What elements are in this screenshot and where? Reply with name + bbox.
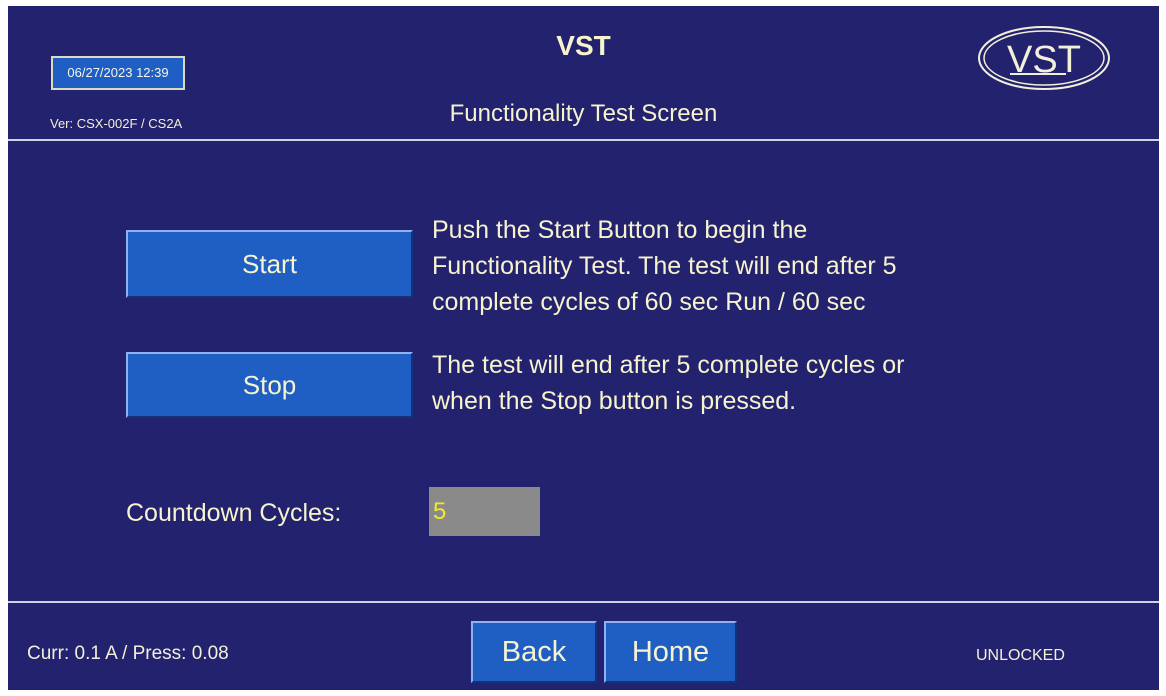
start-button[interactable]: Start [126, 230, 413, 298]
hmi-screen: 06/27/2023 12:39 Ver: CSX-002F / CS2A VS… [8, 6, 1159, 690]
vst-logo-icon: VST [978, 26, 1110, 90]
instruction-line: Functionality Test. The test will end af… [432, 252, 897, 280]
start-instructions: Push the Start Button to begin the Funct… [432, 212, 1072, 320]
screen-title: Functionality Test Screen [449, 100, 718, 127]
countdown-label: Countdown Cycles: [126, 499, 342, 527]
status-readout: Curr: 0.1 A / Press: 0.08 [27, 643, 229, 664]
instruction-line: The test will end after 5 complete cycle… [432, 351, 905, 379]
footer-divider [8, 601, 1159, 603]
lock-status: UNLOCKED [976, 647, 1065, 664]
back-button[interactable]: Back [471, 621, 597, 683]
countdown-value-field: 5 [429, 487, 540, 536]
stop-instructions: The test will end after 5 complete cycle… [432, 347, 1072, 419]
home-button[interactable]: Home [604, 621, 737, 683]
instruction-line: when the Stop button is pressed. [432, 387, 797, 415]
datetime-text: 06/27/2023 12:39 [67, 65, 169, 80]
instruction-line: complete cycles of 60 sec Run / 60 sec [432, 288, 866, 316]
header-divider [8, 139, 1159, 141]
stop-button[interactable]: Stop [126, 352, 413, 418]
instruction-line: Push the Start Button to begin the [432, 216, 808, 244]
